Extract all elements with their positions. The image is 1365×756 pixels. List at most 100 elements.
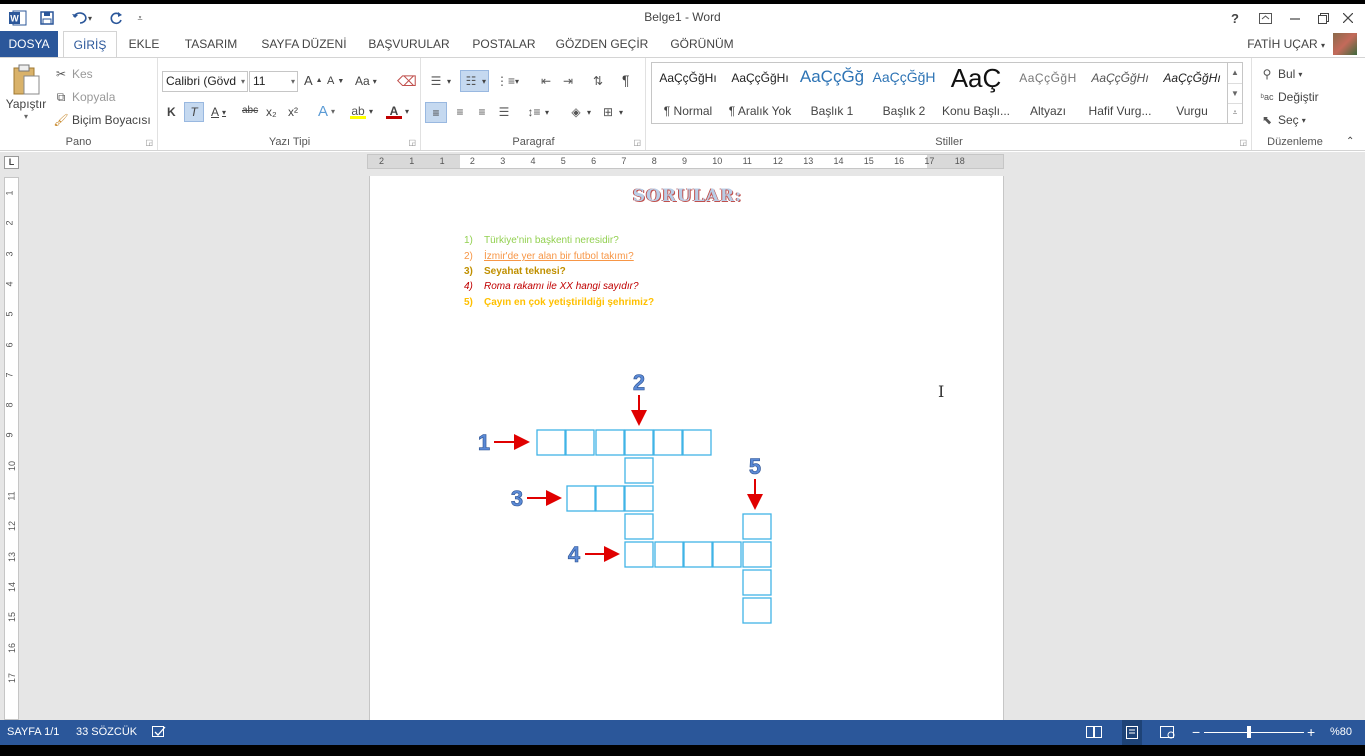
decrease-indent-icon[interactable]: ⇤ [538,73,554,89]
close-icon[interactable] [1338,8,1358,28]
clear-format-icon[interactable]: ⌫ [397,73,417,90]
crossword-cell[interactable] [595,429,625,456]
style-subtitle[interactable]: AaÇçĞğH Altyazı [1012,63,1084,123]
proofing-icon[interactable] [152,720,166,745]
bullets-button[interactable]: ☰ ▾ [428,73,451,89]
crossword-cell[interactable] [683,541,713,568]
sort-icon[interactable]: ⇅ [590,73,606,89]
user-account[interactable]: FATİH UÇAR ▾ [1247,31,1325,57]
zoom-in-button[interactable]: + [1307,720,1315,745]
crossword-cell[interactable] [742,541,772,568]
borders-button[interactable]: ⊞ ▾ [600,104,623,120]
crossword-cell[interactable] [595,485,625,512]
style-emphasis[interactable]: AaÇçĞğHı Vurgu [1156,63,1228,123]
style-heading-1[interactable]: AaÇçĞğ Başlık 1 [796,63,868,123]
gallery-down-icon[interactable]: ▼ [1228,83,1242,103]
crossword-cell[interactable] [566,485,596,512]
numbering-button[interactable]: ☷ ▾ [460,70,490,92]
show-formatting-icon[interactable]: ¶ [622,72,630,88]
tab-ekle[interactable]: EKLE [122,31,166,57]
help-button[interactable]: ? [1226,8,1244,28]
italic-button[interactable]: T [184,102,204,122]
tab-sayfa-duzeni[interactable]: SAYFA DÜZENİ [256,31,352,57]
tab-selector-icon[interactable]: L [4,156,19,169]
paragraph-launcher-icon[interactable]: ◲ [633,138,641,147]
ribbon-display-icon[interactable] [1255,8,1275,28]
replace-button[interactable]: ᵇac Değiştir [1259,89,1319,105]
page-indicator[interactable]: SAYFA 1/1 [7,720,59,745]
tab-tasarim[interactable]: TASARIM [176,31,246,57]
align-center-icon[interactable]: ≡ [452,104,468,120]
gallery-more-icon[interactable]: ⩡ [1228,103,1242,121]
paste-button[interactable]: Yapıştır ▾ [5,64,47,121]
zoom-out-button[interactable]: − [1192,720,1200,745]
web-layout-icon[interactable] [1160,720,1176,745]
crossword-cell[interactable] [624,429,654,456]
strikethrough-button[interactable]: abc [242,105,258,116]
document-page[interactable]: SORULAR: 1) Türkiye'nin başkenti neresidi… [369,176,1004,720]
crossword-cell[interactable] [742,513,772,540]
read-mode-icon[interactable] [1086,720,1102,745]
crossword-cell[interactable] [712,541,742,568]
font-family-combo[interactable]: Calibri (Gövd ▾ [162,71,248,92]
cut-button[interactable]: ✂ Kes [53,66,93,82]
select-button[interactable]: ⬉ Seç ▾ [1259,112,1306,128]
styles-launcher-icon[interactable]: ◲ [1239,138,1247,147]
style-heading-2[interactable]: AaÇçĞğH Başlık 2 [868,63,940,123]
crossword-cell[interactable] [536,429,566,456]
tab-postalar[interactable]: POSTALAR [466,31,542,57]
justify-icon[interactable]: ☰ [496,104,512,120]
tab-giris[interactable]: GİRİŞ [63,31,117,58]
font-size-combo[interactable]: 11 ▾ [249,71,298,92]
word-count[interactable]: 33 SÖZCÜK [76,720,137,745]
crossword-cell[interactable] [624,513,654,540]
tab-gorunum[interactable]: GÖRÜNÜM [662,31,742,57]
format-painter-button[interactable]: 🖌 Biçim Boyacısı [53,112,150,128]
tab-gozden-gecir[interactable]: GÖZDEN GEÇİR [552,31,652,57]
clipboard-launcher-icon[interactable]: ◲ [145,138,153,147]
shrink-font-button[interactable]: A ▼ [327,75,344,87]
style-normal[interactable]: AaÇçĞğHı ¶ Normal [652,63,724,123]
gallery-scrollbar[interactable]: ▲ ▼ ⩡ [1227,63,1242,123]
change-case-button[interactable]: Aa ▾ [355,74,377,88]
crossword-cell[interactable] [742,597,772,624]
align-left-icon[interactable]: ≡ [425,102,447,123]
tab-basvurular[interactable]: BAŞVURULAR [362,31,456,57]
restore-icon[interactable] [1313,8,1333,28]
copy-button[interactable]: ⧉ Kopyala [53,89,116,105]
align-right-icon[interactable]: ≡ [474,104,490,120]
crossword-cell[interactable] [654,541,684,568]
text-effects-icon[interactable]: A ▾ [318,103,335,120]
style-title[interactable]: AaÇ Konu Başlı... [940,63,1012,123]
zoom-slider-thumb[interactable] [1247,726,1252,738]
minimize-icon[interactable] [1285,8,1305,28]
underline-button[interactable]: A ▾ [211,105,226,119]
zoom-level[interactable]: %80 [1330,720,1352,745]
crossword-cell[interactable] [624,541,654,568]
avatar[interactable] [1333,33,1357,55]
superscript-button[interactable]: x² [288,105,298,119]
vertical-ruler[interactable]: 1 2 3 4 5 6 7 8 9 10 11 12 13 14 15 16 17 [4,177,19,720]
tab-dosya[interactable]: DOSYA [0,31,58,57]
font-launcher-icon[interactable]: ◲ [408,138,416,147]
crossword-cell[interactable] [565,429,595,456]
print-layout-icon[interactable] [1122,720,1142,745]
collapse-ribbon-icon[interactable]: ⌃ [1346,136,1354,147]
horizontal-ruler[interactable]: 2 1 1 2 3 4 5 6 7 8 9 10 11 12 13 14 15 16 17 18 [367,154,1004,169]
gallery-up-icon[interactable]: ▲ [1228,63,1242,83]
style-subtle-emphasis[interactable]: AaÇçĞğHı Hafif Vurg... [1084,63,1156,123]
crossword-cell[interactable] [742,569,772,596]
subscript-button[interactable]: x₂ [266,105,277,119]
font-color-button[interactable]: A ▾ [386,103,409,119]
find-button[interactable]: ⚲ Bul ▾ [1259,66,1303,82]
increase-indent-icon[interactable]: ⇥ [560,73,576,89]
bold-button[interactable]: K [167,105,176,119]
grow-font-button[interactable]: A ▲ [304,73,323,88]
shading-button[interactable]: ◈ ▾ [568,104,591,120]
zoom-slider[interactable] [1204,726,1304,738]
crossword-cell[interactable] [624,485,654,512]
crossword-cell[interactable] [624,457,654,484]
line-spacing-button[interactable]: ↕≡ ▾ [526,104,549,120]
crossword-cell[interactable] [682,429,712,456]
crossword-cell[interactable] [653,429,683,456]
